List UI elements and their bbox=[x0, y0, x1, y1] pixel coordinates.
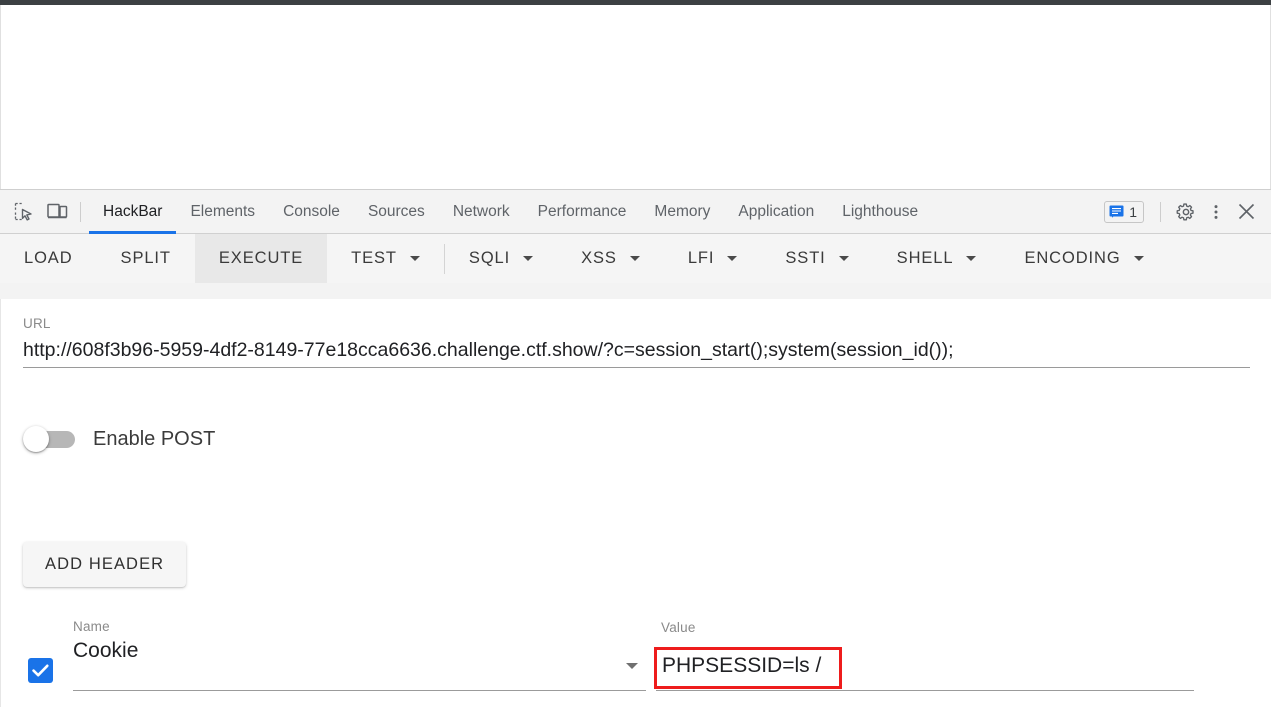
chevron-down-icon bbox=[523, 256, 534, 261]
hackbar-ssti-button[interactable]: SSTI bbox=[761, 234, 872, 283]
inspect-element-icon[interactable] bbox=[6, 197, 40, 227]
hackbar-load-button[interactable]: LOAD bbox=[0, 234, 97, 283]
button-label: LFI bbox=[687, 249, 715, 267]
chevron-down-icon[interactable] bbox=[626, 663, 638, 669]
toolbar-divider bbox=[1160, 201, 1161, 222]
button-label: LOAD bbox=[24, 249, 73, 267]
button-label: ENCODING bbox=[1024, 249, 1121, 267]
button-label: XSS bbox=[581, 249, 617, 267]
button-label: SPLIT bbox=[120, 249, 171, 267]
tab-network[interactable]: Network bbox=[439, 190, 524, 234]
header-entry-row: Name Cookie Value PHPSESSID=ls / bbox=[1, 619, 1271, 707]
chevron-down-icon bbox=[1133, 256, 1144, 261]
enable-post-label: Enable POST bbox=[93, 427, 216, 450]
tab-label: Performance bbox=[537, 202, 627, 220]
tab-label: HackBar bbox=[103, 202, 163, 220]
more-vertical-icon[interactable] bbox=[1201, 197, 1231, 227]
tab-label: Memory bbox=[654, 202, 711, 220]
message-count-badge[interactable]: 1 bbox=[1104, 200, 1144, 223]
hackbar-sqli-button[interactable]: SQLI bbox=[445, 234, 557, 283]
tab-application[interactable]: Application bbox=[724, 190, 828, 234]
toolbar-divider bbox=[80, 201, 81, 222]
button-label: SQLI bbox=[468, 249, 511, 267]
tab-label: Sources bbox=[367, 202, 425, 220]
url-input[interactable]: http://608f3b96-5959-4df2-8149-77e18cca6… bbox=[23, 339, 1251, 362]
tab-label: Network bbox=[452, 202, 510, 220]
tab-elements[interactable]: Elements bbox=[176, 190, 269, 234]
hackbar-execute-button[interactable]: EXECUTE bbox=[194, 234, 328, 283]
tab-label: Elements bbox=[190, 202, 256, 220]
chevron-down-icon bbox=[838, 256, 849, 261]
enable-post-row: Enable POST bbox=[23, 426, 215, 452]
tab-label: Lighthouse bbox=[842, 202, 919, 220]
header-name-underline bbox=[73, 690, 646, 691]
enable-post-toggle[interactable] bbox=[23, 426, 75, 452]
browser-window: HackBar Elements Console Sources Network… bbox=[0, 0, 1271, 707]
page-viewport bbox=[0, 5, 1271, 189]
button-label: EXECUTE bbox=[218, 249, 304, 267]
tab-label: Console bbox=[283, 202, 340, 220]
devtools-toolbar-actions: 1 bbox=[1104, 197, 1271, 227]
header-enabled-checkbox[interactable] bbox=[28, 658, 53, 683]
message-bubble-icon bbox=[1109, 205, 1124, 218]
hackbar-shell-button[interactable]: SHELL bbox=[873, 234, 1001, 283]
hackbar-toolbar: LOAD SPLIT EXECUTE TEST SQLI XSS LFI SST… bbox=[0, 234, 1271, 283]
url-field-group: URL http://608f3b96-5959-4df2-8149-77e18… bbox=[23, 316, 1251, 362]
message-count: 1 bbox=[1129, 203, 1137, 220]
chevron-down-icon bbox=[629, 256, 640, 261]
hackbar-encoding-button[interactable]: ENCODING bbox=[1000, 234, 1167, 283]
tab-performance[interactable]: Performance bbox=[524, 190, 641, 234]
header-value-label: Value bbox=[661, 620, 696, 635]
hackbar-xss-button[interactable]: XSS bbox=[557, 234, 664, 283]
tab-lighthouse[interactable]: Lighthouse bbox=[828, 190, 932, 234]
header-value-underline bbox=[656, 690, 1194, 691]
devtools-tab-list: HackBar Elements Console Sources Network… bbox=[89, 190, 932, 234]
gear-icon[interactable] bbox=[1171, 197, 1201, 227]
header-value-input[interactable]: PHPSESSID=ls / bbox=[662, 654, 821, 678]
devtools-panel: HackBar Elements Console Sources Network… bbox=[0, 189, 1271, 707]
tab-label: Application bbox=[738, 202, 815, 220]
hackbar-split-button[interactable]: SPLIT bbox=[97, 234, 195, 283]
toggle-knob bbox=[23, 426, 49, 452]
tab-hackbar[interactable]: HackBar bbox=[89, 190, 177, 234]
chevron-down-icon bbox=[409, 256, 420, 261]
button-label: ADD HEADER bbox=[45, 555, 165, 573]
header-name-label: Name bbox=[73, 619, 110, 634]
url-label: URL bbox=[23, 316, 51, 331]
header-name-input[interactable]: Cookie bbox=[73, 639, 138, 663]
hackbar-lfi-button[interactable]: LFI bbox=[664, 234, 762, 283]
tab-sources[interactable]: Sources bbox=[354, 190, 439, 234]
button-label: SHELL bbox=[896, 249, 954, 267]
add-header-button[interactable]: ADD HEADER bbox=[23, 542, 187, 587]
close-icon[interactable] bbox=[1231, 197, 1261, 227]
hackbar-test-button[interactable]: TEST bbox=[327, 234, 444, 283]
hackbar-form: URL http://608f3b96-5959-4df2-8149-77e18… bbox=[0, 299, 1271, 707]
devtools-tabstrip: HackBar Elements Console Sources Network… bbox=[0, 190, 1271, 234]
url-field-underline bbox=[23, 367, 1250, 368]
button-label: TEST bbox=[351, 249, 397, 267]
button-label: SSTI bbox=[785, 249, 826, 267]
chevron-down-icon bbox=[727, 256, 738, 261]
tab-console[interactable]: Console bbox=[269, 190, 354, 234]
device-toolbar-icon[interactable] bbox=[40, 197, 74, 227]
chevron-down-icon bbox=[966, 256, 977, 261]
tab-memory[interactable]: Memory bbox=[640, 190, 724, 234]
